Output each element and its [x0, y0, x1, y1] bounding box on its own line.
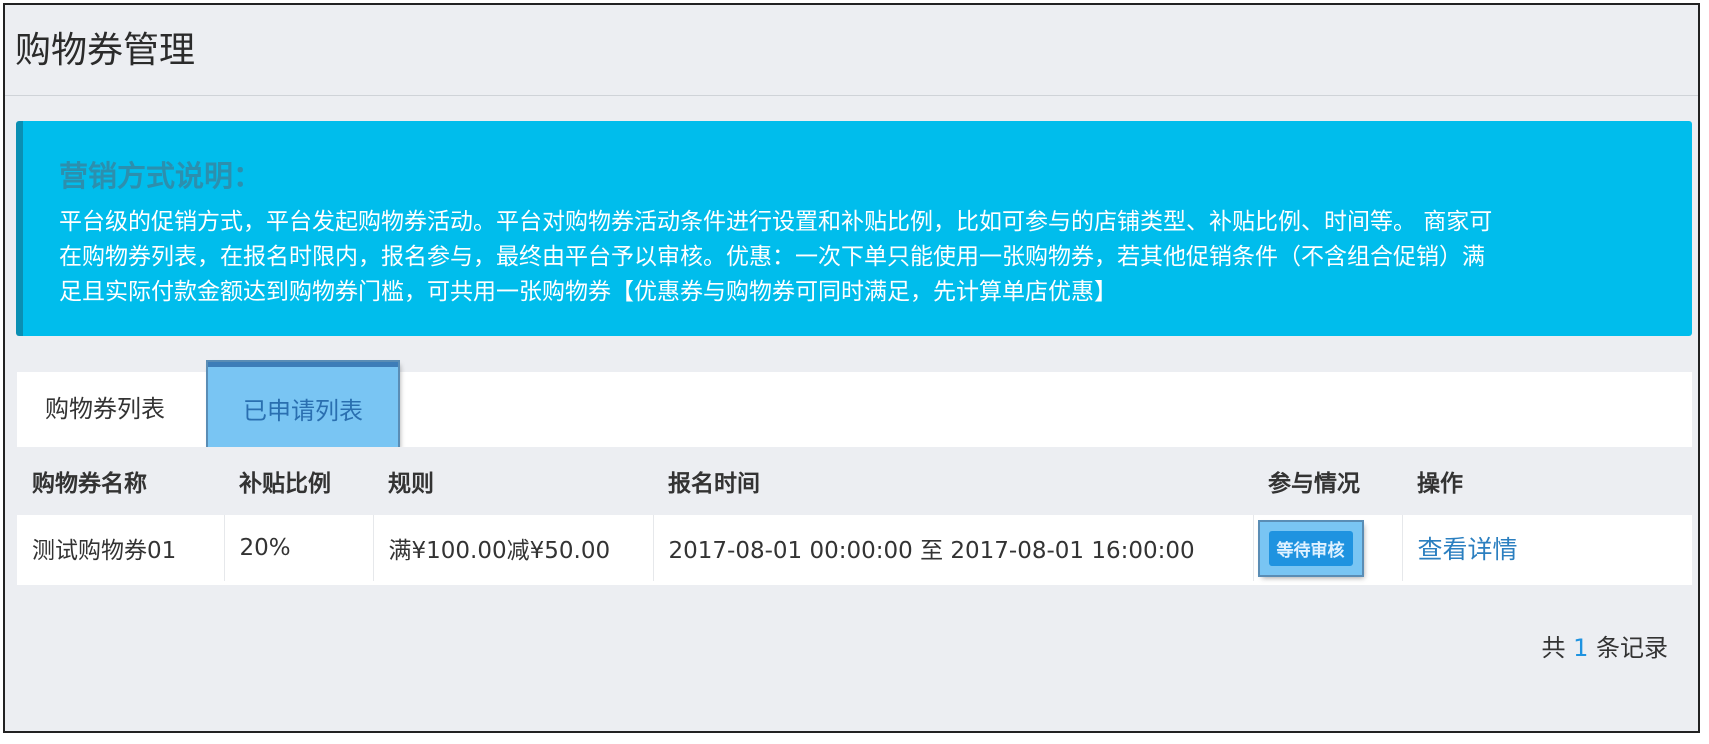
- record-count-number: 1: [1573, 634, 1589, 662]
- cell-subsidy-ratio: 20%: [224, 515, 374, 581]
- page-title: 购物券管理: [15, 30, 196, 71]
- column-header-status: 参与情况: [1253, 447, 1402, 515]
- applied-table: 购物券名称 补贴比例 规则 报名时间 参与情况 操作 测试购物券01 20% 满…: [17, 447, 1692, 581]
- page-header: 购物券管理: [5, 5, 1698, 96]
- record-count-prefix: 共: [1541, 634, 1566, 662]
- record-count-suffix: 条记录: [1596, 634, 1668, 662]
- notice-title: 营销方式说明：: [59, 159, 263, 193]
- marketing-notice: 营销方式说明： 平台级的促销方式，平台发起购物券活动。平台对购物券活动条件进行设…: [16, 121, 1692, 336]
- view-details-link[interactable]: 查看详情: [1418, 535, 1518, 564]
- status-badge-highlight: 等待审核: [1259, 521, 1362, 575]
- table-header-row: 购物券名称 补贴比例 规则 报名时间 参与情况 操作: [17, 447, 1692, 515]
- column-header-name: 购物券名称: [17, 447, 224, 515]
- column-header-action: 操作: [1402, 447, 1692, 515]
- status-badge: 等待审核: [1268, 530, 1353, 566]
- notice-line: 足且实际付款金额达到购物券门槛，可共用一张购物券【优惠券与购物券可同时满足，先计…: [59, 279, 1117, 305]
- tab-coupon-list[interactable]: 购物券列表: [45, 372, 165, 447]
- tab-bar: 购物券列表 已申请列表: [17, 362, 1692, 447]
- notice-line: 平台级的促销方式，平台发起购物券活动。平台对购物券活动条件进行设置和补贴比例，比…: [59, 209, 1493, 235]
- record-count: 共 1 条记录: [1541, 628, 1668, 663]
- cell-action: 查看详情: [1402, 515, 1692, 581]
- cell-rule: 满¥100.00减¥50.00: [373, 515, 654, 581]
- cell-coupon-name: 测试购物券01: [17, 515, 225, 581]
- coupon-panel: 购物券列表 已申请列表 购物券名称 补贴比例 规则 报名时间 参与情况 操作 测…: [17, 362, 1692, 585]
- app-frame: 购物券管理 营销方式说明： 平台级的促销方式，平台发起购物券活动。平台对购物券活…: [3, 3, 1700, 733]
- column-header-rule: 规则: [373, 447, 653, 515]
- column-header-ratio: 补贴比例: [224, 447, 373, 515]
- cell-signup-time: 2017-08-01 00:00:00 至 2017-08-01 16:00:0…: [653, 515, 1254, 581]
- notice-body: 平台级的促销方式，平台发起购物券活动。平台对购物券活动条件进行设置和补贴比例，比…: [59, 205, 1659, 310]
- notice-line: 在购物券列表，在报名时限内，报名参与，最终由平台予以审核。优惠：一次下单只能使用…: [59, 244, 1485, 270]
- column-header-time: 报名时间: [653, 447, 1253, 515]
- cell-status: 等待审核: [1253, 515, 1403, 581]
- table-row: 测试购物券01 20% 满¥100.00减¥50.00 2017-08-01 0…: [17, 515, 1692, 581]
- tab-applied-list[interactable]: 已申请列表: [208, 362, 398, 447]
